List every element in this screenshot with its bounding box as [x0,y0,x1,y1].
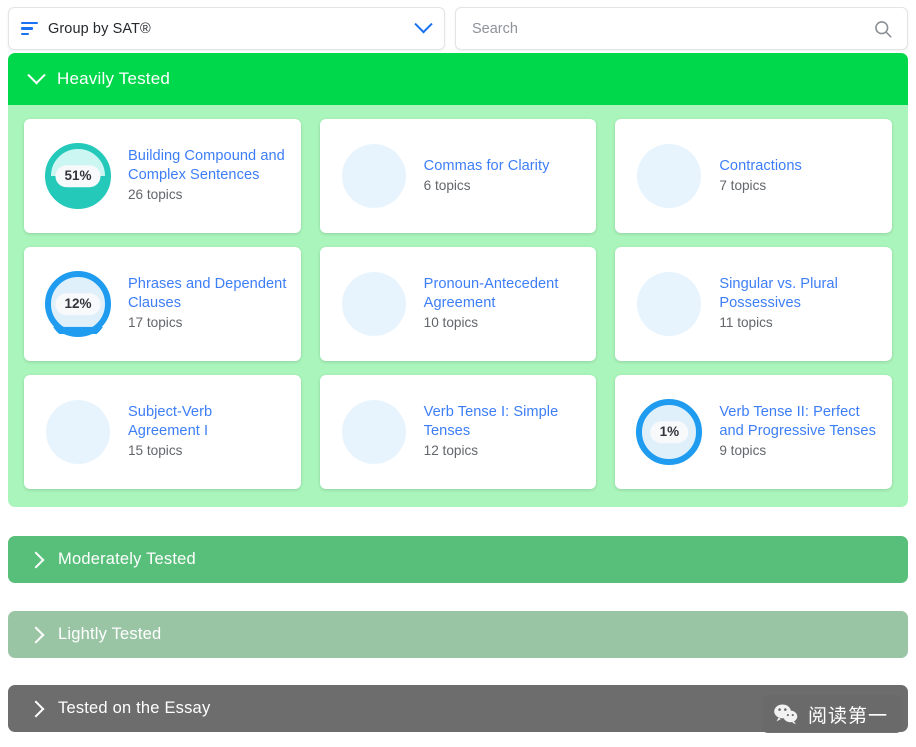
section-title: Heavily Tested [57,69,171,88]
topic-card[interactable]: 1% Verb Tense II: Perfect and Progressive… [615,375,892,489]
section-title: Tested on the Essay [58,699,211,717]
topic-card-count: 7 topics [719,177,767,193]
chevron-down-icon[interactable] [414,15,433,34]
topic-card-count: 17 topics [128,315,183,331]
topic-card-text: Verb Tense I: Simple Tenses 12 topics [424,403,583,461]
progress-percent: 1% [650,421,689,443]
donut-placeholder [341,144,406,208]
section-header-moderately-tested[interactable]: Moderately Tested [8,536,908,583]
topic-card-text: Phrases and Dependent Clauses 17 topics [128,275,287,333]
topic-card[interactable]: Singular vs. Plural Possessives 11 topics [615,247,892,361]
chevron-right-icon [27,626,45,643]
topic-card-count: 11 topics [719,315,773,331]
topic-card-count: 6 topics [423,177,471,193]
section-header-heavily-tested[interactable]: Heavily Tested [8,53,908,105]
chevron-right-icon [27,551,45,568]
topic-card-title[interactable]: Verb Tense II: Perfect and Progressive T… [719,403,878,441]
progress-donut [338,268,410,340]
donut-placeholder [637,144,702,208]
section-heavily-tested: Heavily Tested 51% Building Compound and … [0,53,916,507]
search-input[interactable] [472,20,873,37]
section-title: Moderately Tested [58,550,196,568]
topic-card-text: Contractions 7 topics [719,157,802,195]
section-title: Lightly Tested [58,625,162,643]
topic-card-title[interactable]: Commas for Clarity [424,157,550,176]
progress-percent: 51% [55,165,101,187]
sort-lines-icon [21,21,38,36]
topic-card-count: 10 topics [423,315,479,331]
wechat-icon [774,704,798,725]
progress-donut [633,140,705,212]
topic-card-count: 26 topics [128,187,183,203]
progress-donut: 12% [42,268,114,340]
topic-card-count: 15 topics [128,443,183,459]
progress-donut [42,396,114,468]
search-field[interactable] [455,7,908,50]
topic-card-text: Verb Tense II: Perfect and Progressive T… [719,403,878,461]
topic-card[interactable]: 51% Building Compound and Complex Sentenc… [24,119,301,233]
section-body-heavily-tested: 51% Building Compound and Complex Sentenc… [8,105,908,507]
section-header-lightly-tested[interactable]: Lightly Tested [8,611,908,658]
topic-card-text: Pronoun-Antecedent Agreement 10 topics [424,275,583,333]
topic-card[interactable]: Pronoun-Antecedent Agreement 10 topics [319,247,597,361]
topic-card[interactable]: Subject-Verb Agreement I 15 topics [24,375,301,489]
search-icon[interactable] [873,19,893,39]
topic-card-title[interactable]: Building Compound and Complex Sentences [128,147,287,185]
topic-card[interactable]: Commas for Clarity 6 topics [319,119,597,233]
topic-card[interactable]: Contractions 7 topics [615,119,892,233]
topic-card-text: Building Compound and Complex Sentences 2… [128,147,287,205]
topic-card-count: 12 topics [423,443,479,459]
topic-card-text: Subject-Verb Agreement I 15 topics [128,403,287,461]
topic-card[interactable]: Verb Tense I: Simple Tenses 12 topics [319,375,597,489]
donut-placeholder [341,272,406,336]
chevron-right-icon [27,700,45,717]
topic-card-text: Commas for Clarity 6 topics [424,157,550,195]
topic-card-title[interactable]: Singular vs. Plural Possessives [719,275,878,313]
donut-placeholder [637,272,702,336]
watermark-text: 阅读第一 [807,705,888,727]
group-by-label: Group by SAT® [48,20,151,37]
progress-donut [338,396,410,468]
progress-donut [633,268,705,340]
topic-card-title[interactable]: Pronoun-Antecedent Agreement [424,275,583,313]
topic-card-title[interactable]: Subject-Verb Agreement I [128,403,287,441]
progress-donut: 51% [42,140,114,212]
donut-placeholder [46,400,110,464]
donut-placeholder [341,400,406,464]
topic-card[interactable]: 12% Phrases and Dependent Clauses 17 topic… [24,247,301,361]
progress-donut [338,140,410,212]
wechat-watermark: 阅读第一 [761,695,902,733]
chevron-down-icon [27,65,46,84]
app-page: Group by SAT® Heavily Tested 51% Building… [0,0,916,747]
topic-card-count: 9 topics [719,443,767,459]
topic-card-title[interactable]: Phrases and Dependent Clauses [128,275,287,313]
topic-card-title[interactable]: Verb Tense I: Simple Tenses [424,403,583,441]
toolbar: Group by SAT® [0,0,916,53]
topic-card-grid: 51% Building Compound and Complex Sentenc… [24,119,892,489]
group-by-dropdown[interactable]: Group by SAT® [8,7,445,50]
progress-percent: 12% [55,293,101,315]
progress-donut: 1% [633,396,705,468]
topic-card-text: Singular vs. Plural Possessives 11 topics [719,275,878,333]
topic-card-title[interactable]: Contractions [719,157,802,176]
